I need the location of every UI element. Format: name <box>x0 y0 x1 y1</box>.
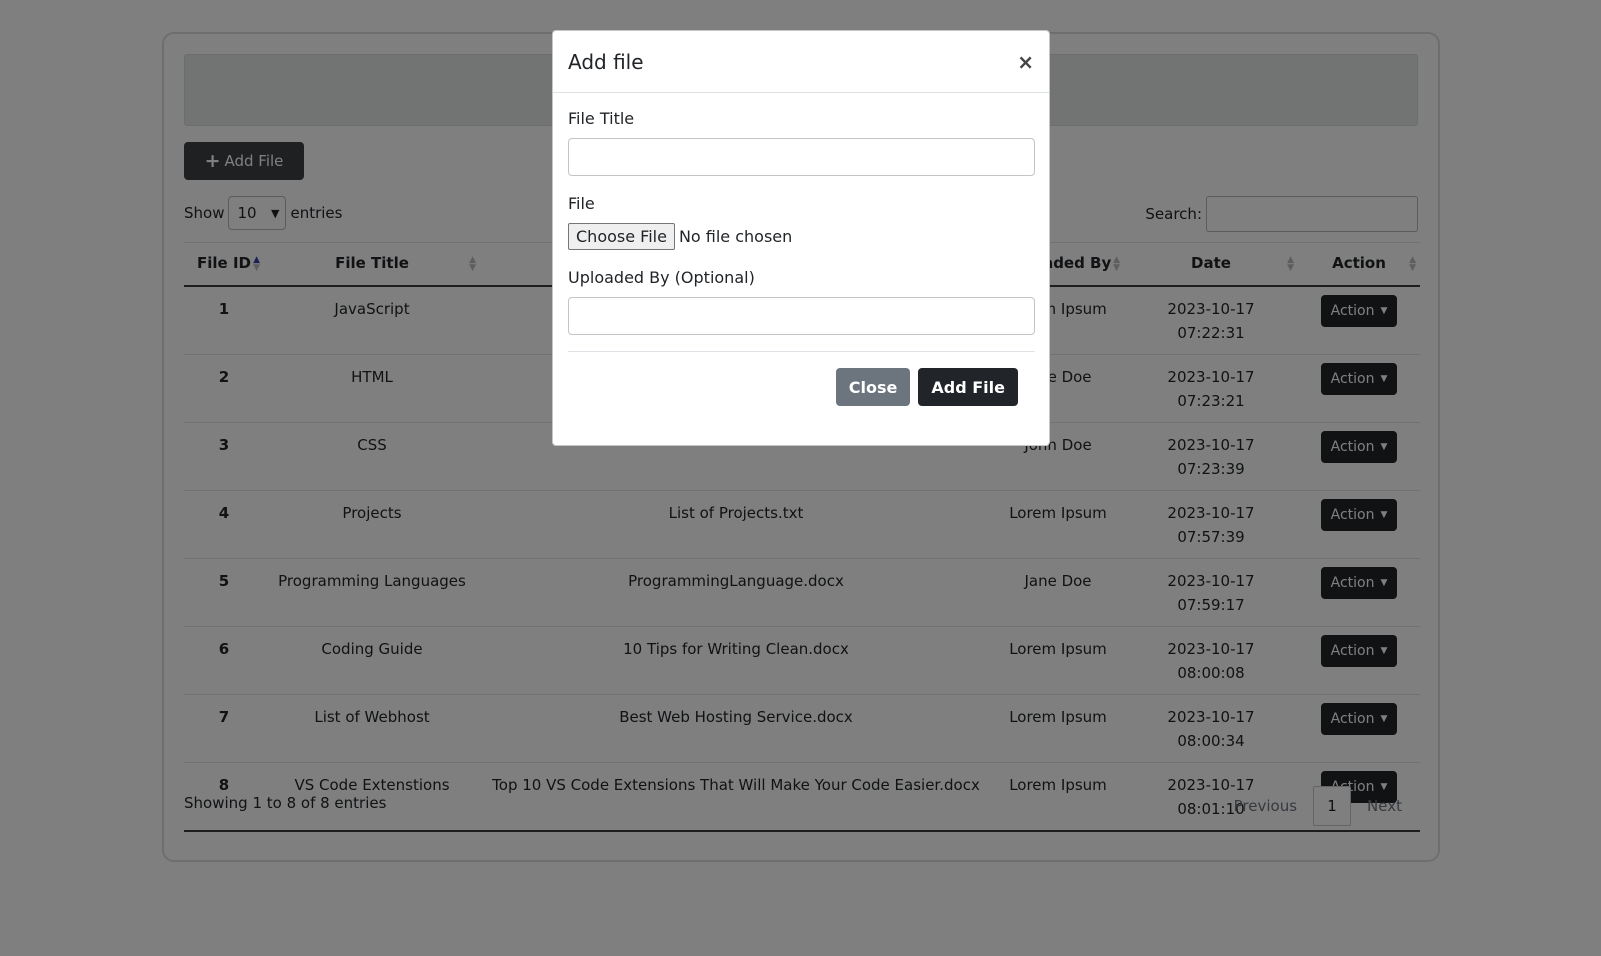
page: + Add File Show 10 ▼ entries Search: <box>0 0 1601 956</box>
modal-footer: Close Add File <box>553 352 1049 406</box>
no-file-chosen-text: No file chosen <box>678 227 793 246</box>
file-title-input[interactable] <box>568 138 1035 176</box>
add-file-modal: Add file × File Title File Choose File N… <box>552 30 1050 446</box>
close-button[interactable]: Close <box>835 368 911 406</box>
uploaded-by-label: Uploaded By (Optional) <box>568 268 755 287</box>
file-input: Choose File No file chosen <box>568 223 1034 250</box>
uploaded-by-input[interactable] <box>568 297 1035 335</box>
submit-add-file-button[interactable]: Add File <box>918 368 1018 406</box>
file-label: File <box>568 194 595 213</box>
modal-body: File Title File Choose File No file chos… <box>553 93 1049 352</box>
modal-title: Add file <box>568 49 644 74</box>
file-title-label: File Title <box>568 109 635 128</box>
close-icon[interactable]: × <box>1017 50 1034 74</box>
modal-header: Add file × <box>553 31 1049 93</box>
choose-file-button[interactable]: Choose File <box>568 223 675 250</box>
